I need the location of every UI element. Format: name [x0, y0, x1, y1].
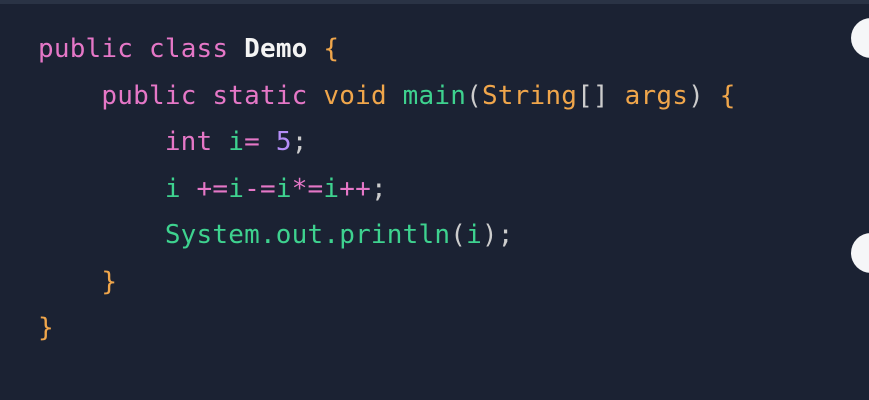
- code-line: System.out.println(i);: [38, 212, 736, 259]
- code-token-paren: (: [466, 80, 482, 111]
- code-token-paren: ): [688, 80, 704, 111]
- code-token-keyword: public: [101, 80, 197, 111]
- code-token-op: *=: [291, 173, 324, 204]
- edge-circle-icon: [851, 233, 869, 273]
- code-line: }: [38, 259, 736, 306]
- top-edge-bar: [0, 0, 869, 4]
- code-line: public static void main(String[] args) {: [38, 73, 736, 120]
- code-token-op: =: [244, 127, 260, 157]
- code-token-keyword: class: [148, 34, 229, 64]
- code-line: int i= 5;: [38, 119, 736, 166]
- code-token-paren: []: [577, 80, 609, 111]
- code-token-keyword: static: [212, 80, 308, 111]
- code-token-punct: ;: [371, 173, 387, 204]
- code-token-method: main: [402, 80, 467, 111]
- code-token-paren: (: [450, 220, 467, 250]
- code-token-op: -=: [244, 173, 276, 204]
- code-line: }: [38, 305, 736, 352]
- code-token-ident: args: [624, 80, 689, 111]
- code-token-number: 5: [275, 127, 292, 157]
- code-token-plain: System.out.println: [164, 220, 451, 250]
- code-token-var: i: [466, 220, 482, 250]
- code-token-keyword: int: [164, 127, 213, 157]
- code-token-type: String: [481, 80, 578, 111]
- code-token-brace: {: [719, 80, 736, 111]
- code-token-var: i: [228, 173, 245, 204]
- code-token-var: i: [323, 173, 340, 204]
- code-token-classname: Demo: [244, 34, 308, 64]
- code-token-type: void: [323, 80, 387, 111]
- code-token-brace: }: [101, 266, 118, 297]
- code-token-var: i: [275, 173, 292, 204]
- code-token-brace: {: [323, 34, 340, 64]
- code-line: public class Demo {: [38, 26, 736, 73]
- code-token-brace: }: [38, 313, 54, 343]
- code-token-punct: ;: [291, 127, 308, 157]
- code-token-op: ++: [339, 173, 371, 204]
- code-token-var: i: [164, 173, 181, 204]
- code-token-punct: );: [481, 220, 514, 250]
- code-line: i +=i-=i*=i++;: [38, 166, 736, 213]
- code-block: public class Demo { public static void m…: [38, 26, 736, 352]
- code-token-op: +=: [196, 173, 229, 204]
- code-token-keyword: public: [38, 34, 134, 64]
- code-token-var: i: [228, 127, 245, 157]
- edge-circle-icon: [851, 18, 869, 58]
